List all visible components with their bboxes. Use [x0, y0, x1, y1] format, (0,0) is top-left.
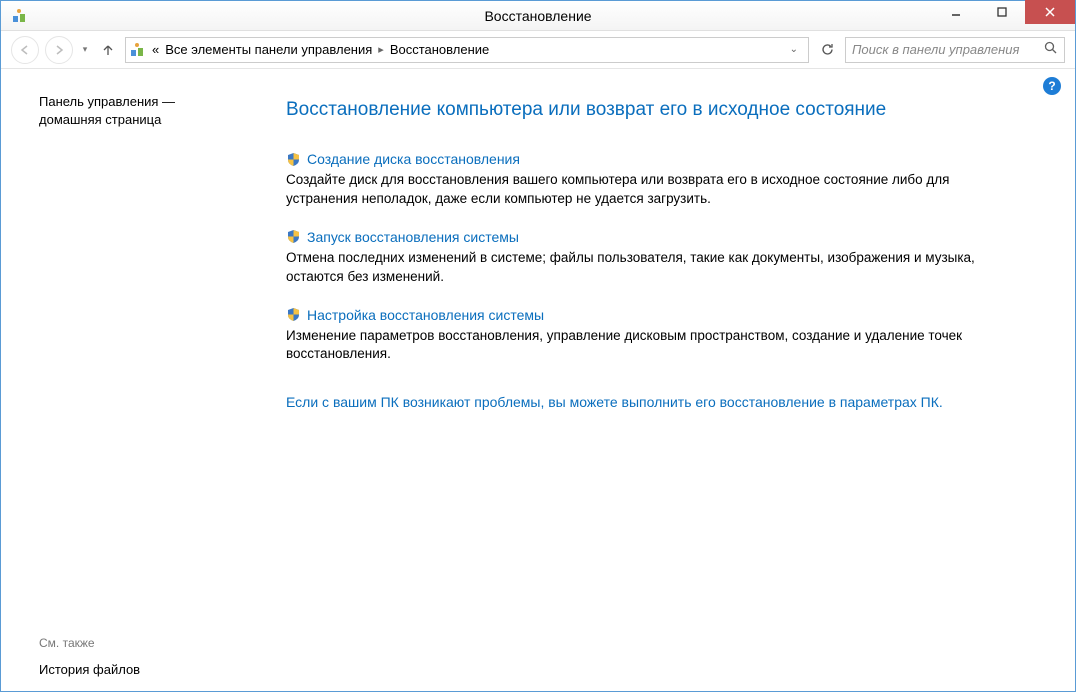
search-icon[interactable]: [1044, 41, 1058, 58]
breadcrumb-item[interactable]: Восстановление: [390, 42, 489, 57]
create-recovery-disk-link[interactable]: Создание диска восстановления: [307, 151, 520, 167]
window-controls: [933, 1, 1075, 30]
refresh-button[interactable]: [815, 38, 839, 62]
recovery-item: Запуск восстановления системы Отмена пос…: [286, 229, 1025, 287]
up-button[interactable]: [97, 39, 119, 61]
item-description: Изменение параметров восстановления, упр…: [286, 327, 1025, 365]
item-description: Отмена последних изменений в системе; фа…: [286, 249, 1025, 287]
breadcrumb-item[interactable]: Все элементы панели управления: [165, 42, 372, 57]
chevron-right-icon: ▸: [378, 43, 384, 56]
search-box[interactable]: [845, 37, 1065, 63]
sidebar-home-link[interactable]: Панель управления — домашняя страница: [39, 93, 216, 129]
breadcrumb-dropdown-icon[interactable]: ⌄: [784, 44, 804, 55]
content: Восстановление компьютера или возврат ег…: [236, 69, 1075, 691]
recovery-item: Настройка восстановления системы Изменен…: [286, 307, 1025, 365]
body: ? Панель управления — домашняя страница …: [1, 69, 1075, 691]
window: Восстановление ▾ «: [0, 0, 1076, 692]
configure-system-restore-link[interactable]: Настройка восстановления системы: [307, 307, 544, 323]
control-panel-icon: [130, 42, 146, 58]
shield-icon: [286, 229, 301, 244]
sidebar-also-label: См. также: [39, 636, 216, 650]
app-icon: [11, 8, 27, 24]
minimize-button[interactable]: [933, 0, 979, 24]
sidebar-history-link[interactable]: История файлов: [39, 662, 216, 677]
start-system-restore-link[interactable]: Запуск восстановления системы: [307, 229, 519, 245]
breadcrumb[interactable]: « Все элементы панели управления ▸ Восст…: [125, 37, 809, 63]
shield-icon: [286, 152, 301, 167]
titlebar: Восстановление: [1, 1, 1075, 31]
close-button[interactable]: [1025, 0, 1075, 24]
forward-button[interactable]: [45, 36, 73, 64]
search-input[interactable]: [852, 42, 1044, 57]
sidebar: Панель управления — домашняя страница См…: [1, 69, 236, 691]
breadcrumb-prefix: «: [152, 42, 159, 57]
item-description: Создайте диск для восстановления вашего …: [286, 171, 1025, 209]
maximize-button[interactable]: [979, 0, 1025, 24]
back-button[interactable]: [11, 36, 39, 64]
toolbar: ▾ « Все элементы панели управления ▸ Вос…: [1, 31, 1075, 69]
shield-icon: [286, 307, 301, 322]
page-title: Восстановление компьютера или возврат ег…: [286, 99, 1025, 121]
nav-dropdown-icon[interactable]: ▾: [79, 44, 91, 55]
recovery-item: Создание диска восстановления Создайте д…: [286, 151, 1025, 209]
help-icon[interactable]: ?: [1043, 77, 1061, 95]
window-title: Восстановление: [484, 8, 591, 24]
pc-settings-link[interactable]: Если с вашим ПК возникают проблемы, вы м…: [286, 394, 1025, 410]
